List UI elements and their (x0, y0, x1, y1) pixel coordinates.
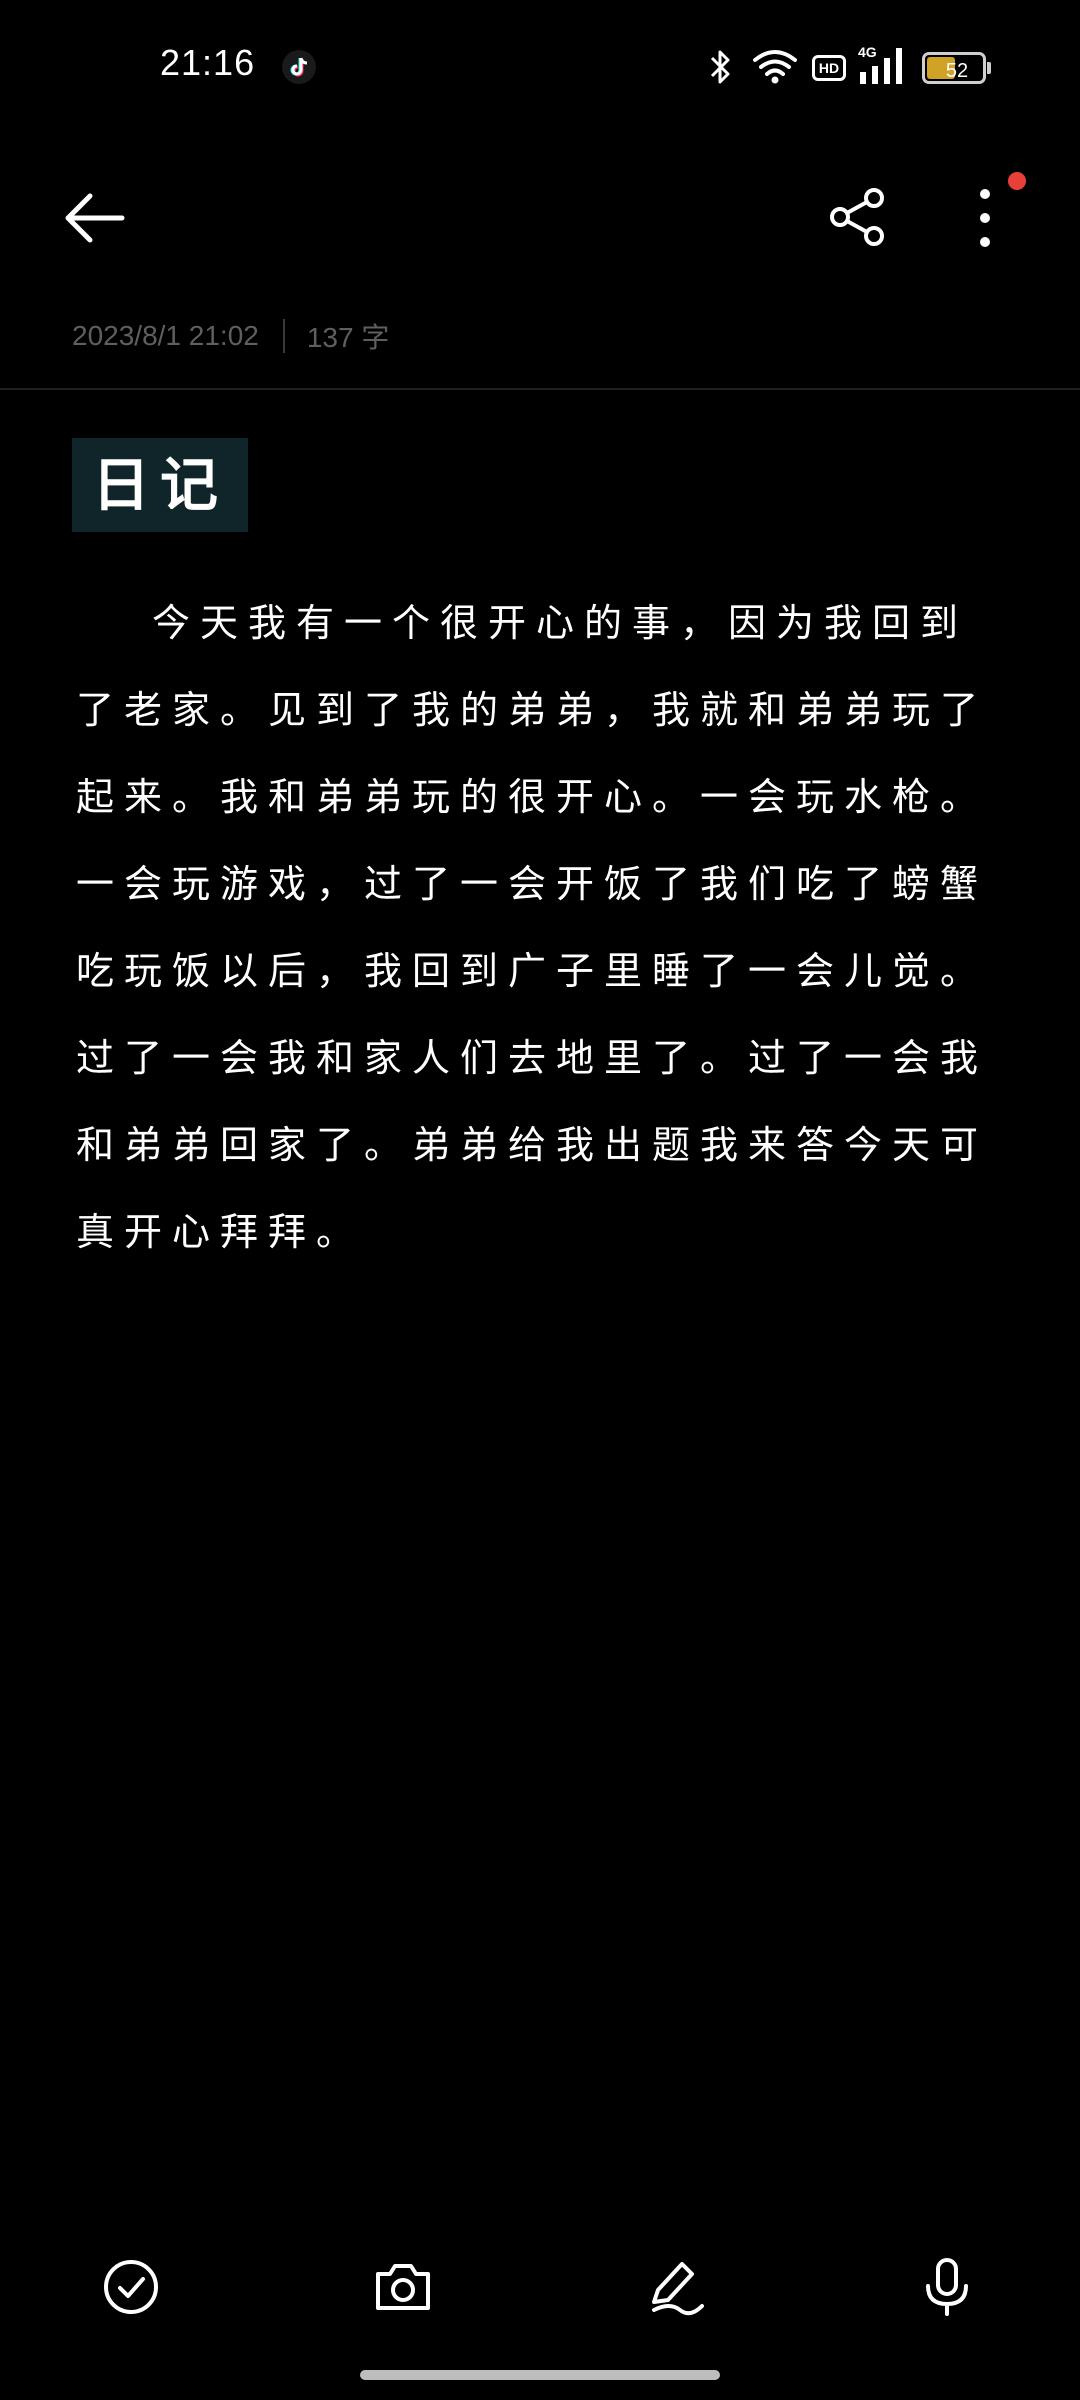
wifi-icon (753, 50, 797, 84)
home-indicator[interactable] (360, 2370, 720, 2380)
bottom-toolbar (0, 2240, 1080, 2360)
note-body[interactable]: 今天我有一个很开心的事，因为我回到了老家。见到了我的弟弟，我就和弟弟玩了起来。我… (76, 580, 1006, 1276)
battery-icon: 52 (922, 52, 992, 84)
hd-icon: HD (812, 55, 846, 81)
notification-dot (1008, 172, 1026, 190)
note-title[interactable]: 日记 (72, 438, 249, 532)
signal-icon: 4G (858, 44, 902, 84)
note-date: 2023/8/1 21:02 (72, 320, 259, 351)
back-arrow-icon[interactable] (56, 188, 132, 248)
battery-level: 52 (945, 60, 969, 82)
share-icon[interactable] (824, 184, 890, 250)
status-bar: 21:16 HD 4G 52 (0, 0, 1080, 130)
more-vertical-icon[interactable] (960, 180, 1010, 256)
network-type-label: 4G (858, 44, 877, 60)
status-time: 21:16 (160, 42, 256, 83)
handwriting-icon[interactable] (640, 2252, 710, 2322)
note-toolbar (0, 150, 1080, 280)
microphone-icon[interactable] (912, 2252, 982, 2322)
note-meta: 2023/8/1 21:02 137 字 (72, 316, 389, 356)
tiktok-icon (282, 50, 316, 84)
bluetooth-icon (710, 50, 730, 84)
checklist-icon[interactable] (96, 2252, 166, 2322)
camera-icon[interactable] (368, 2252, 438, 2322)
divider (0, 388, 1080, 390)
meta-separator (282, 319, 285, 353)
word-count: 137 字 (306, 322, 390, 353)
